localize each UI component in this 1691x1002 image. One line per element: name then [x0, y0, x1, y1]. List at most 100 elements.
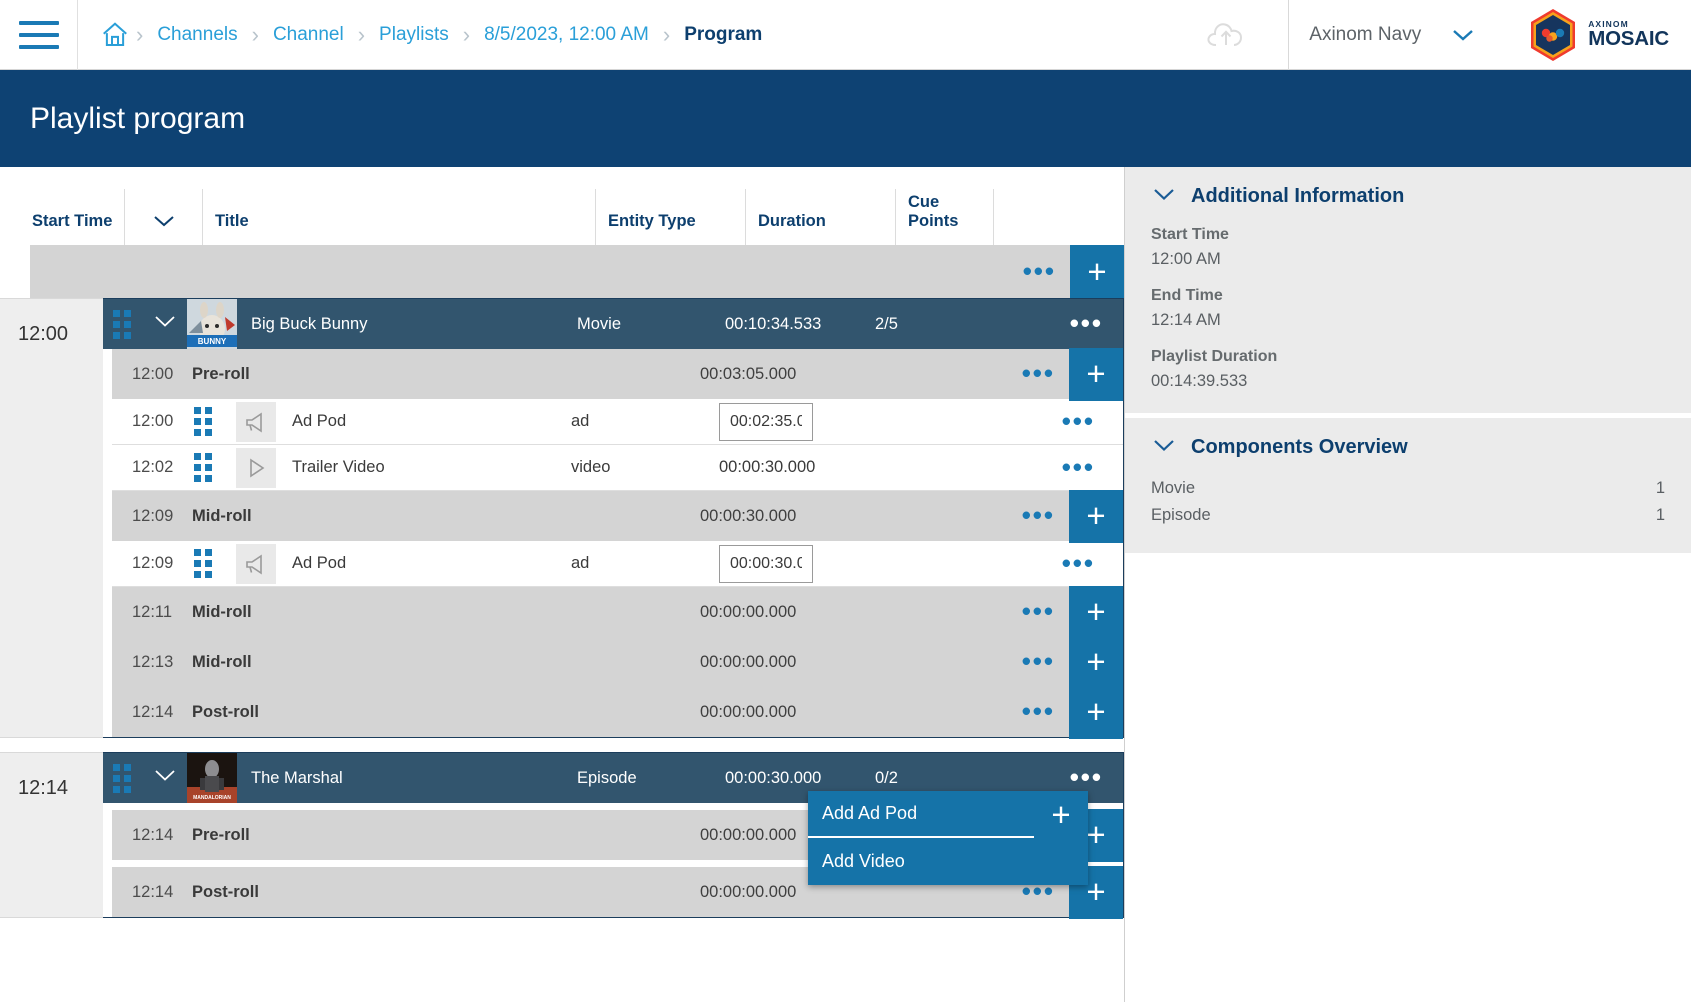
component-more-actions-icon[interactable]: ••• — [1048, 414, 1109, 430]
chevron-down-icon — [1451, 27, 1475, 43]
mosaic-hexagon-icon — [1525, 7, 1581, 63]
program-more-actions-icon[interactable]: ••• — [1056, 316, 1123, 332]
column-header-start-time[interactable]: Start Time — [0, 189, 124, 245]
break-row[interactable]: 12:14 Post-roll 00:00:00.000 ••• + — [112, 687, 1123, 737]
playlist-add-strip: ••• + — [30, 245, 1124, 298]
break-more-actions-icon[interactable]: ••• — [1008, 654, 1069, 670]
break-time: 12:14 — [112, 826, 172, 845]
breadcrumb-item-program: Program — [670, 24, 776, 46]
components-overview-header[interactable]: Components Overview — [1151, 436, 1665, 459]
component-row[interactable]: 12:02 Trailer Video video 00:00:30.000 •… — [112, 445, 1123, 491]
column-header-title[interactable]: Title — [202, 189, 595, 245]
program-children: 12:00 Pre-roll 00:03:05.000 ••• + 12:00 — [112, 349, 1123, 737]
break-more-actions-icon[interactable]: ••• — [1008, 508, 1069, 524]
menu-item-add-video[interactable]: Add Video + — [808, 838, 1088, 885]
add-video-plus-button[interactable]: + — [1034, 791, 1088, 838]
component-duration-cell — [719, 545, 869, 583]
more-actions-icon[interactable]: ••• — [1009, 264, 1070, 280]
add-component-menu: Add Ad Pod + Add Video + — [808, 791, 1088, 885]
field-value-start-time: 12:00 AM — [1151, 250, 1665, 269]
add-to-break-button[interactable]: + — [1069, 586, 1123, 639]
component-type-count: 1 — [1656, 506, 1665, 525]
details-sidebar: Additional Information Start Time 12:00 … — [1125, 167, 1691, 1002]
break-time: 12:11 — [112, 603, 172, 622]
break-time: 12:09 — [112, 507, 172, 526]
break-actions: ••• + — [850, 348, 1123, 401]
add-to-break-button[interactable]: + — [1069, 348, 1123, 401]
break-row[interactable]: 12:00 Pre-roll 00:03:05.000 ••• + — [112, 349, 1123, 399]
drag-handle-icon[interactable] — [113, 310, 143, 339]
tenant-name: Axinom Navy — [1309, 24, 1421, 46]
cloud-upload-icon[interactable] — [1204, 18, 1248, 52]
chevron-down-icon — [153, 768, 177, 788]
column-header-title-label: Title — [203, 212, 249, 231]
field-label-start-time: Start Time — [1151, 226, 1665, 244]
add-to-break-button[interactable]: + — [1069, 686, 1123, 739]
add-to-break-button[interactable]: + — [1069, 490, 1123, 543]
tenant-selector[interactable]: Axinom Navy — [1288, 0, 1497, 70]
break-more-actions-icon[interactable]: ••• — [1008, 604, 1069, 620]
column-header-cue-points[interactable]: Cue Points — [895, 189, 993, 245]
field-value-playlist-duration: 00:14:39.533 — [1151, 372, 1665, 391]
component-row[interactable]: 12:09 Ad Pod ad — [112, 541, 1123, 587]
breadcrumb-item-channels[interactable]: Channels — [143, 24, 251, 46]
break-row[interactable]: 12:09 Mid-roll 00:00:30.000 ••• + — [112, 491, 1123, 541]
component-row[interactable]: 12:00 Ad Pod ad — [112, 399, 1123, 445]
program-more-actions-icon[interactable]: ••• — [1056, 770, 1123, 786]
breadcrumb: › Channels › Channel › Playlists › 8/5/2… — [78, 20, 1204, 50]
break-more-actions-icon[interactable]: ••• — [1008, 366, 1069, 382]
column-header-sort[interactable] — [124, 189, 202, 245]
break-more-actions-icon[interactable]: ••• — [1008, 884, 1069, 900]
chevron-down-icon — [153, 314, 177, 334]
drag-handle-icon[interactable] — [113, 764, 143, 793]
component-more-actions-icon[interactable]: ••• — [1048, 460, 1109, 476]
component-actions: ••• — [869, 414, 1123, 430]
hamburger-menu-button[interactable] — [0, 0, 78, 70]
component-title: Ad Pod — [276, 412, 571, 431]
break-more-actions-icon[interactable]: ••• — [1008, 704, 1069, 720]
break-row[interactable]: 12:13 Mid-roll 00:00:00.000 ••• + — [112, 637, 1123, 687]
breadcrumb-separator: › — [252, 24, 259, 46]
expand-collapse-button[interactable] — [143, 768, 187, 788]
menu-item-add-ad-pod-label: Add Ad Pod — [822, 803, 917, 824]
duration-input[interactable] — [719, 403, 813, 441]
expand-collapse-button[interactable] — [143, 314, 187, 334]
top-bar: › Channels › Channel › Playlists › 8/5/2… — [0, 0, 1691, 70]
breadcrumb-item-channel[interactable]: Channel — [259, 24, 358, 46]
drag-handle-icon[interactable] — [194, 407, 224, 436]
break-row[interactable]: 12:11 Mid-roll 00:00:00.000 ••• + — [112, 587, 1123, 637]
component-type-count: 1 — [1656, 479, 1665, 498]
home-icon[interactable] — [100, 20, 130, 50]
program-entity-type: Episode — [577, 769, 725, 788]
components-overview-title: Components Overview — [1191, 436, 1408, 459]
program-cue-points: 2/5 — [875, 315, 1056, 334]
chevron-down-icon — [151, 213, 177, 234]
breadcrumb-item-playlists[interactable]: Playlists — [365, 24, 463, 46]
drag-handle-icon[interactable] — [194, 453, 224, 482]
play-icon — [236, 448, 276, 488]
app-logo: AXINOM MOSAIC — [1497, 7, 1691, 63]
components-overview-panel: Components Overview Movie 1 Episode 1 — [1125, 418, 1691, 553]
component-count-row: Episode 1 — [1151, 504, 1665, 531]
add-program-button[interactable]: + — [1070, 245, 1124, 298]
break-duration: 00:00:00.000 — [700, 883, 850, 902]
body: Start Time Title Entity Type Duration Cu… — [0, 167, 1691, 1002]
megaphone-icon — [236, 544, 276, 584]
breadcrumb-item-date[interactable]: 8/5/2023, 12:00 AM — [470, 24, 663, 46]
additional-information-header[interactable]: Additional Information — [1151, 185, 1665, 208]
column-header-cue-points-label: Cue Points — [896, 193, 993, 231]
add-to-break-button[interactable]: + — [1069, 636, 1123, 689]
break-label: Pre-roll — [172, 826, 552, 845]
component-type-label: Movie — [1151, 479, 1195, 498]
logo-big-text: MOSAIC — [1588, 29, 1669, 50]
drag-handle-icon[interactable] — [194, 549, 224, 578]
column-header-entity-type[interactable]: Entity Type — [595, 189, 745, 245]
component-entity-type: video — [571, 458, 719, 477]
program-row[interactable]: BUNNY Big Buck Bunny Movie 00:10:34.533 … — [103, 299, 1123, 349]
break-label: Post-roll — [172, 883, 552, 902]
component-more-actions-icon[interactable]: ••• — [1048, 556, 1109, 572]
column-header-duration[interactable]: Duration — [745, 189, 895, 245]
component-count-row: Movie 1 — [1151, 477, 1665, 504]
component-title: Trailer Video — [276, 458, 571, 477]
duration-input[interactable] — [719, 545, 813, 583]
